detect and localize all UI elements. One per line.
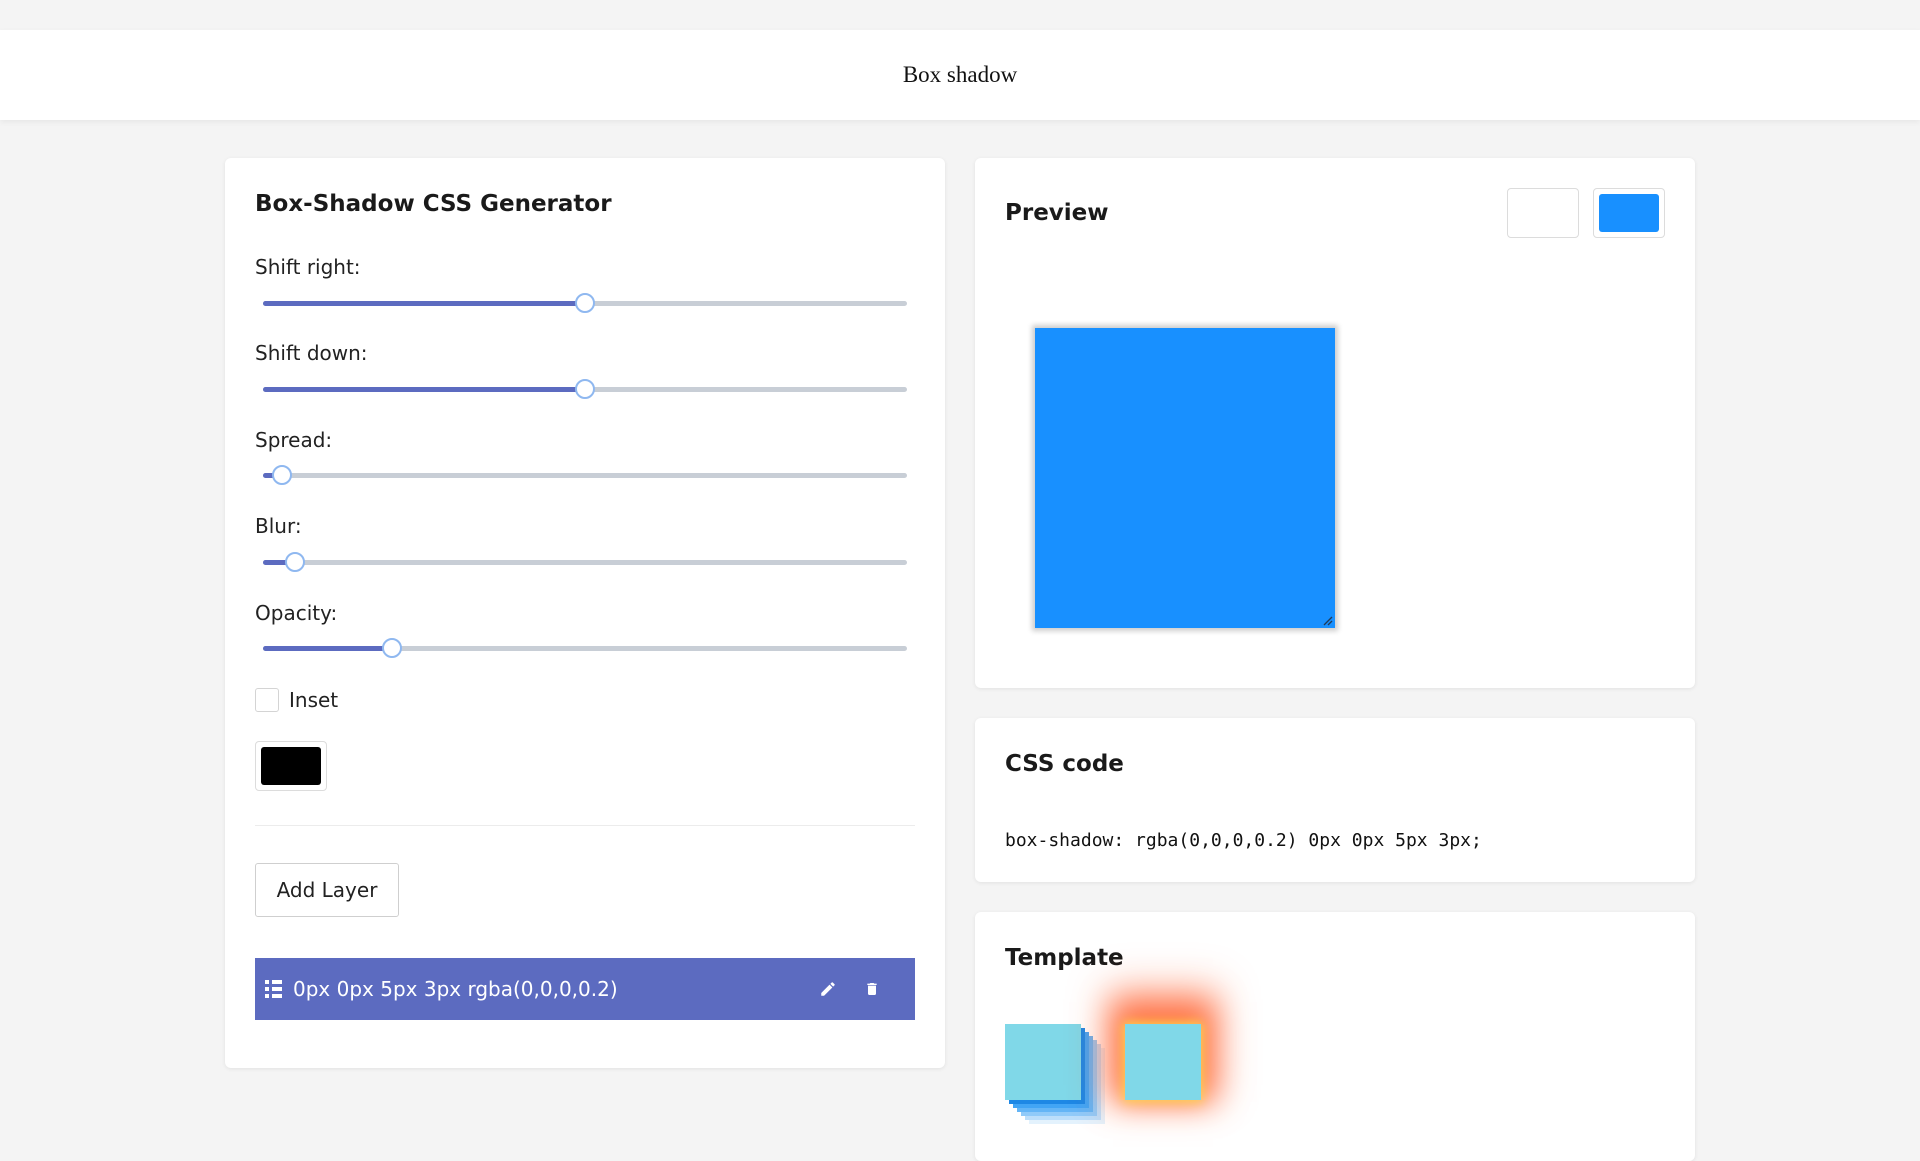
slider-thumb[interactable] <box>575 293 595 313</box>
spread-label: Spread: <box>255 428 333 452</box>
slider-fill <box>263 301 585 306</box>
shift-down-slider[interactable] <box>263 379 907 399</box>
inset-label: Inset <box>289 688 339 712</box>
slider-fill <box>263 387 585 392</box>
inset-row[interactable]: Inset <box>255 688 338 712</box>
blue-swatch <box>1599 194 1659 232</box>
slider-thumb[interactable] <box>285 552 306 572</box>
template-glow-shadow[interactable] <box>1125 1024 1201 1100</box>
css-code-card: CSS code box-shadow: rgba(0,0,0,0.2) 0px… <box>975 718 1695 882</box>
preview-card: Preview <box>975 158 1695 688</box>
slider-fill <box>263 646 392 651</box>
blur-slider[interactable] <box>263 552 907 572</box>
shadow-color-swatch <box>261 747 321 785</box>
divider <box>255 825 915 826</box>
white-background-button[interactable] <box>1507 188 1579 238</box>
template-card: Template <box>975 912 1695 1161</box>
opacity-slider[interactable] <box>263 638 907 658</box>
template-title: Template <box>1005 945 1124 971</box>
slider-thumb[interactable] <box>575 379 595 399</box>
preview-title: Preview <box>1005 200 1109 226</box>
add-layer-button[interactable]: Add Layer <box>255 863 399 917</box>
spread-slider[interactable] <box>263 465 907 485</box>
layer-item[interactable]: 0px 0px 5px 3px rgba(0,0,0,0.2) <box>255 958 915 1020</box>
white-swatch <box>1513 194 1573 232</box>
edit-icon[interactable] <box>817 978 839 1000</box>
layer-text: 0px 0px 5px 3px rgba(0,0,0,0.2) <box>293 977 618 1001</box>
list-icon[interactable] <box>265 980 285 998</box>
inset-checkbox[interactable] <box>255 688 279 712</box>
shift-down-label: Shift down: <box>255 341 368 365</box>
slider-thumb[interactable] <box>272 465 293 485</box>
blur-label: Blur: <box>255 514 302 538</box>
shift-right-label: Shift right: <box>255 255 361 279</box>
generator-title: Box-Shadow CSS Generator <box>255 191 612 217</box>
preview-box[interactable] <box>1035 328 1335 628</box>
delete-icon[interactable] <box>861 978 883 1000</box>
opacity-label: Opacity: <box>255 601 338 625</box>
css-code-text: box-shadow: rgba(0,0,0,0.2) 0px 0px 5px … <box>1005 830 1482 851</box>
top-bar: Box shadow <box>0 30 1920 120</box>
blue-background-button[interactable] <box>1593 188 1665 238</box>
slider-thumb[interactable] <box>381 638 402 658</box>
resize-grip-icon[interactable] <box>1321 614 1333 626</box>
generator-card: Box-Shadow CSS Generator Shift right: Sh… <box>225 158 945 1068</box>
css-code-title: CSS code <box>1005 751 1124 777</box>
shadow-color-picker[interactable] <box>255 741 327 791</box>
shift-right-slider[interactable] <box>263 293 907 313</box>
template-layered-shadow[interactable] <box>1005 1024 1081 1100</box>
page-title: Box shadow <box>902 62 1018 87</box>
